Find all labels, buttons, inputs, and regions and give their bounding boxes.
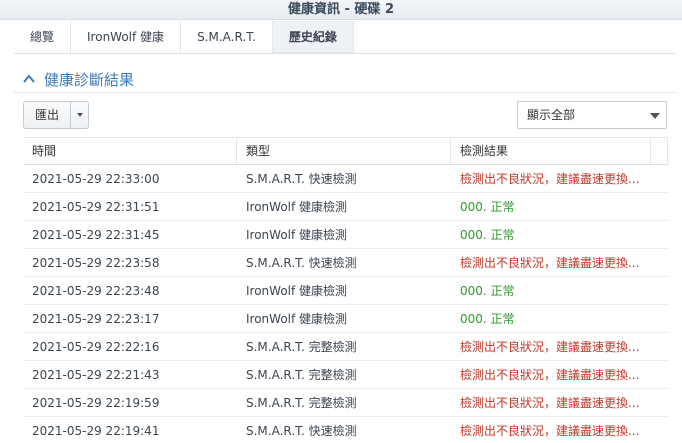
table-row[interactable]: 2021-05-29 22:23:17 IronWolf 健康檢測 000. 正常	[23, 305, 668, 333]
tab-ironwolf-health[interactable]: IronWolf 健康	[71, 21, 182, 54]
table-row[interactable]: 2021-05-29 22:19:41 S.M.A.R.T. 快速檢測 檢測出不良狀…	[23, 417, 668, 443]
export-label[interactable]: 匯出	[24, 102, 71, 128]
row-result: 檢測出不良狀況，建議盡速更換...	[460, 340, 640, 354]
column-header-type[interactable]: 類型	[237, 138, 451, 164]
export-button[interactable]: 匯出	[23, 101, 89, 129]
row-result: 檢測出不良狀況，建議盡速更換...	[460, 396, 640, 410]
row-type: S.M.A.R.T. 完整檢測	[246, 396, 357, 410]
row-time: 2021-05-29 22:23:17	[32, 312, 160, 326]
chevron-up-icon[interactable]	[22, 72, 36, 86]
row-result: 000. 正常	[460, 312, 515, 326]
row-type: S.M.A.R.T. 快速檢測	[246, 172, 357, 186]
row-type: IronWolf 健康檢測	[246, 284, 348, 298]
tab-history[interactable]: 歷史紀錄	[272, 21, 354, 54]
section-title: 健康診斷結果	[44, 70, 135, 89]
row-type: IronWolf 健康檢測	[246, 200, 348, 214]
row-time: 2021-05-29 22:31:51	[32, 200, 160, 214]
filter-select[interactable]: 顯示全部	[517, 101, 667, 133]
tab-bar: 總覽 IronWolf 健康 S.M.A.R.T. 歷史紀錄	[14, 21, 676, 54]
table-row[interactable]: 2021-05-29 22:23:48 IronWolf 健康檢測 000. 正常	[23, 277, 668, 305]
row-type: S.M.A.R.T. 完整檢測	[246, 368, 357, 382]
row-type: IronWolf 健康檢測	[246, 228, 348, 242]
tab-overview[interactable]: 總覽	[14, 21, 72, 54]
export-menu-button[interactable]	[71, 102, 88, 128]
filter-value: 顯示全部	[527, 108, 576, 122]
table-row[interactable]: 2021-05-29 22:31:51 IronWolf 健康檢測 000. 正常	[23, 193, 668, 221]
row-time: 2021-05-29 22:21:43	[32, 368, 160, 382]
row-time: 2021-05-29 22:19:59	[32, 396, 160, 410]
table-row[interactable]: 2021-05-29 22:33:00 S.M.A.R.T. 快速檢測 檢測出不良狀…	[23, 165, 668, 193]
row-result: 檢測出不良狀況，建議盡速更換...	[460, 256, 640, 270]
row-time: 2021-05-29 22:23:58	[32, 256, 160, 270]
section-divider	[14, 92, 676, 93]
caret-down-icon	[76, 113, 83, 117]
row-time: 2021-05-29 22:19:41	[32, 424, 160, 438]
row-time: 2021-05-29 22:23:48	[32, 284, 160, 298]
caret-down-icon	[650, 113, 660, 133]
table-row[interactable]: 2021-05-29 22:23:58 S.M.A.R.T. 快速檢測 檢測出不良狀…	[23, 249, 668, 277]
filter-arrow[interactable]	[650, 113, 660, 139]
row-result: 000. 正常	[460, 284, 515, 298]
tab-smart[interactable]: S.M.A.R.T.	[181, 21, 273, 54]
section-header[interactable]: 健康診斷結果	[22, 68, 134, 90]
window-title: 健康資訊 - 硬碟 2	[0, 0, 682, 20]
row-result: 000. 正常	[460, 200, 515, 214]
row-result: 000. 正常	[460, 228, 515, 242]
row-time: 2021-05-29 22:33:00	[32, 172, 160, 186]
row-time: 2021-05-29 22:31:45	[32, 228, 160, 242]
row-type: S.M.A.R.T. 快速檢測	[246, 256, 357, 270]
row-result: 檢測出不良狀況，建議盡速更換...	[460, 368, 640, 382]
row-time: 2021-05-29 22:22:16	[32, 340, 160, 354]
table-body: 2021-05-29 22:33:00 S.M.A.R.T. 快速檢測 檢測出不良狀…	[23, 165, 668, 443]
table-row[interactable]: 2021-05-29 22:22:16 S.M.A.R.T. 完整檢測 檢測出不良狀…	[23, 333, 668, 361]
table-row[interactable]: 2021-05-29 22:21:43 S.M.A.R.T. 完整檢測 檢測出不良狀…	[23, 361, 668, 389]
table-row[interactable]: 2021-05-29 22:19:59 S.M.A.R.T. 完整檢測 檢測出不良狀…	[23, 389, 668, 417]
row-type: IronWolf 健康檢測	[246, 312, 348, 326]
column-header-time[interactable]: 時間	[23, 138, 237, 164]
column-header-spacer	[651, 138, 668, 164]
row-result: 檢測出不良狀況，建議盡速更換...	[460, 172, 640, 186]
row-type: S.M.A.R.T. 完整檢測	[246, 340, 357, 354]
table-row[interactable]: 2021-05-29 22:31:45 IronWolf 健康檢測 000. 正常	[23, 221, 668, 249]
column-header-result[interactable]: 檢測結果	[451, 138, 651, 164]
row-result: 檢測出不良狀況，建議盡速更換...	[460, 424, 640, 438]
history-table: 時間 類型 檢測結果 2021-05-29 22:33:00 S.M.A.R.T.…	[23, 137, 668, 443]
row-type: S.M.A.R.T. 快速檢測	[246, 424, 357, 438]
table-header: 時間 類型 檢測結果	[23, 137, 668, 165]
